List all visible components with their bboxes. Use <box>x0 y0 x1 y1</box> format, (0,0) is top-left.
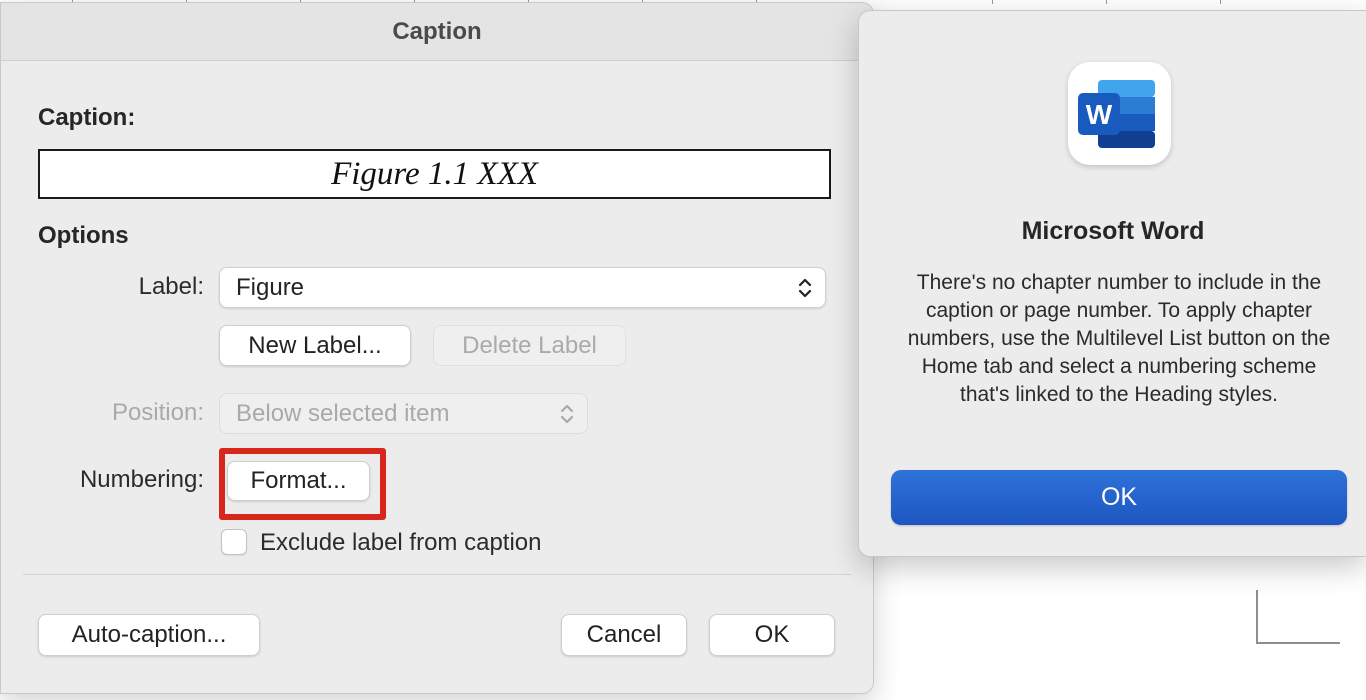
dialog-divider <box>23 574 851 575</box>
label-select-value: Figure <box>236 274 305 301</box>
page-margin-corner-mark <box>1256 590 1340 644</box>
alert-dialog: W Microsoft Word There's no chapter numb… <box>858 10 1366 557</box>
ruler-tick <box>1106 0 1107 4</box>
cancel-button[interactable]: Cancel <box>561 614 687 656</box>
word-logo-icon: W <box>1078 80 1155 148</box>
auto-caption-button[interactable]: Auto-caption... <box>38 614 260 656</box>
new-label-button[interactable]: New Label... <box>219 325 411 366</box>
position-select-value: Below selected item <box>236 400 450 427</box>
dialog-title: Caption <box>392 18 482 45</box>
alert-ok-button[interactable]: OK <box>891 470 1347 525</box>
word-logo-letter: W <box>1086 99 1113 130</box>
dialog-titlebar: Caption <box>1 3 873 61</box>
caption-input[interactable] <box>38 149 831 199</box>
highlight-annotation <box>219 448 386 520</box>
exclude-label-checkbox[interactable] <box>221 529 247 555</box>
label-field-label: Label: <box>138 273 204 300</box>
exclude-label-checkbox-label[interactable]: Exclude label from caption <box>260 529 541 557</box>
microsoft-word-icon: W <box>1068 62 1171 165</box>
alert-message: There's no chapter number to include in … <box>907 271 1331 406</box>
position-select[interactable]: Below selected item <box>219 393 588 434</box>
ruler-tick <box>992 0 993 4</box>
caption-heading: Caption: <box>38 104 136 131</box>
delete-label-button[interactable]: Delete Label <box>433 325 626 366</box>
options-heading: Options <box>38 222 129 249</box>
label-select[interactable]: Figure <box>219 267 826 308</box>
caption-dialog: Caption Caption: Options Label: Figure N… <box>0 2 874 694</box>
alert-title: Microsoft Word <box>1021 217 1205 245</box>
ruler-tick <box>1220 0 1221 4</box>
numbering-field-label: Numbering: <box>79 466 204 493</box>
position-field-label: Position: <box>111 399 204 426</box>
ok-button[interactable]: OK <box>709 614 835 656</box>
chevron-up-down-icon <box>798 278 812 298</box>
chevron-up-down-icon <box>560 404 574 424</box>
